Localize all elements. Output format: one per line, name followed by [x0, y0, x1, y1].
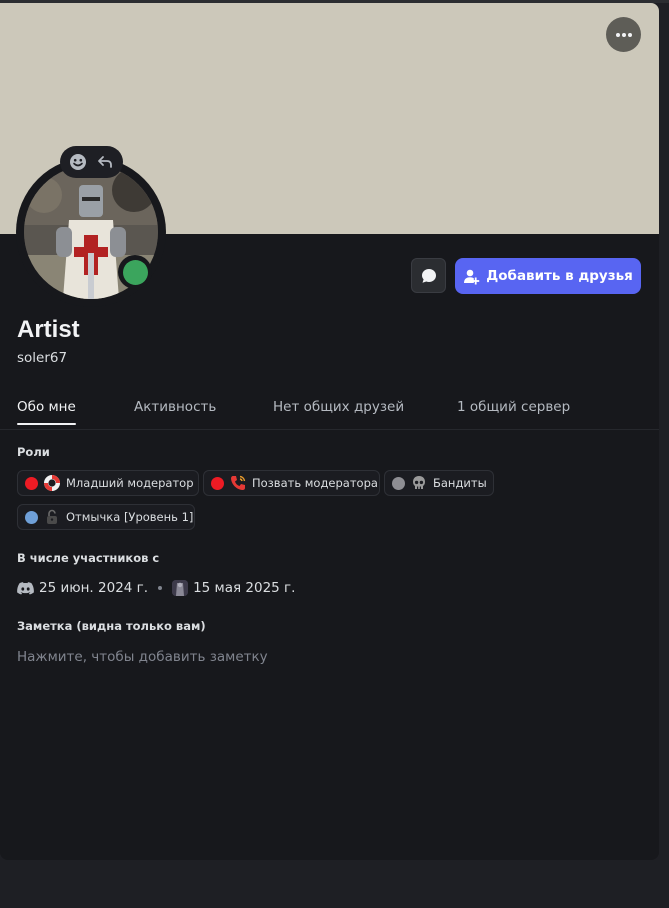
role-label: Позвать модератора — [252, 476, 378, 490]
role-label: Отмычка [Уровень 1] — [66, 510, 194, 524]
avatar-container — [16, 157, 166, 307]
ellipsis-icon — [615, 32, 632, 37]
status-indicator — [118, 255, 152, 289]
roles-title: Роли — [17, 445, 50, 459]
separator-dot — [158, 586, 163, 590]
role-label: Младший модератор — [66, 476, 194, 490]
server-icon — [172, 580, 189, 596]
username[interactable]: soler67 — [17, 350, 67, 366]
add-user-icon — [464, 269, 480, 284]
discord-join-date: 25 июн. 2024 г. — [39, 580, 149, 596]
profile-tabs: Обо мне Активность Нет общих друзей 1 об… — [0, 399, 659, 430]
display-name: Artist — [17, 316, 80, 343]
role-chip[interactable]: Отмычка [Уровень 1] — [17, 504, 195, 530]
note-title: Заметка (видна только вам) — [17, 619, 206, 633]
member-since-title: В числе участников с — [17, 551, 160, 565]
member-since-row: 25 июн. 2024 г. 15 мая 2025 г. — [17, 579, 295, 597]
role-chip[interactable]: Позвать модератора — [203, 470, 380, 496]
add-friend-button[interactable]: Добавить в друзья — [455, 258, 641, 294]
skull-icon — [413, 476, 425, 489]
tab-about-me[interactable]: Обо мне — [17, 399, 76, 425]
more-options-button[interactable] — [606, 17, 641, 52]
role-color-dot — [25, 510, 38, 524]
role-color-dot — [392, 476, 405, 490]
role-color-dot — [25, 476, 38, 490]
tab-mutual-friends[interactable]: Нет общих друзей — [273, 399, 404, 415]
role-label: Бандиты — [433, 476, 487, 490]
tab-mutual-servers[interactable]: 1 общий сервер — [457, 399, 570, 415]
online-status-dot — [122, 259, 148, 285]
role-chip[interactable]: Младший модератор — [17, 470, 199, 496]
lock-icon — [47, 509, 57, 524]
avatar-actions-pill — [60, 146, 123, 178]
message-icon — [421, 268, 436, 283]
phone-icon — [231, 475, 246, 490]
emoji-icon[interactable] — [69, 153, 87, 171]
discord-logo-icon — [17, 581, 34, 594]
role-chip[interactable]: Бандиты — [384, 470, 494, 496]
tab-activity[interactable]: Активность — [134, 399, 216, 415]
send-message-button[interactable] — [411, 258, 446, 293]
role-color-dot — [211, 476, 224, 490]
add-friend-label: Добавить в друзья — [486, 268, 633, 284]
reply-icon[interactable] — [96, 153, 114, 171]
note-input[interactable]: Нажмите, чтобы добавить заметку — [17, 649, 268, 665]
lifebuoy-icon — [44, 475, 60, 491]
server-join-date: 15 мая 2025 г. — [193, 580, 296, 596]
profile-card: Добавить в друзья Artist soler67 Обо мне… — [0, 3, 659, 860]
